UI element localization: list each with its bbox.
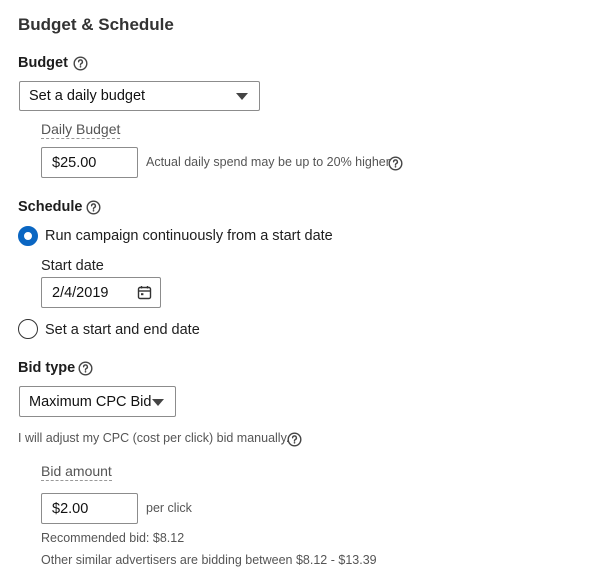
- bid-note-help-icon[interactable]: [287, 432, 302, 447]
- daily-budget-help-icon[interactable]: [388, 156, 403, 171]
- radio-run-continuously[interactable]: [18, 226, 38, 246]
- bid-type-select[interactable]: Maximum CPC Bid: [19, 386, 176, 417]
- page-title: Budget & Schedule: [18, 15, 174, 34]
- budget-type-select[interactable]: Set a daily budget: [19, 81, 260, 111]
- caret-down-icon: [236, 93, 248, 100]
- bid-type-label: Bid type: [18, 360, 76, 376]
- per-click-label: per click: [146, 501, 192, 515]
- daily-budget-label: Daily Budget: [41, 121, 121, 139]
- calendar-icon[interactable]: [137, 285, 152, 300]
- budget-type-value: Set a daily budget: [29, 88, 146, 104]
- bid-type-value: Maximum CPC Bid: [29, 393, 152, 410]
- schedule-label: Schedule: [18, 199, 83, 215]
- similar-advertisers-bid: Other similar advertisers are bidding be…: [41, 553, 377, 567]
- schedule-help-icon[interactable]: [86, 200, 101, 215]
- bid-amount-label: Bid amount: [41, 463, 112, 481]
- caret-down-icon: [152, 398, 164, 406]
- start-date-field[interactable]: [41, 277, 161, 308]
- radio-start-end-date-label[interactable]: Set a start and end date: [45, 322, 200, 338]
- daily-budget-hint: Actual daily spend may be up to 20% high…: [146, 155, 390, 169]
- daily-budget-input[interactable]: [41, 147, 138, 178]
- radio-run-continuously-label[interactable]: Run campaign continuously from a start d…: [45, 228, 333, 244]
- start-date-label: Start date: [41, 258, 104, 274]
- recommended-bid: Recommended bid: $8.12: [41, 531, 185, 545]
- budget-label: Budget: [18, 55, 68, 71]
- bid-manual-note: I will adjust my CPC (cost per click) bi…: [18, 431, 290, 445]
- bid-amount-input[interactable]: [41, 493, 138, 524]
- radio-start-end-date[interactable]: [18, 319, 38, 339]
- budget-help-icon[interactable]: [73, 56, 88, 71]
- bid-type-help-icon[interactable]: [78, 361, 93, 376]
